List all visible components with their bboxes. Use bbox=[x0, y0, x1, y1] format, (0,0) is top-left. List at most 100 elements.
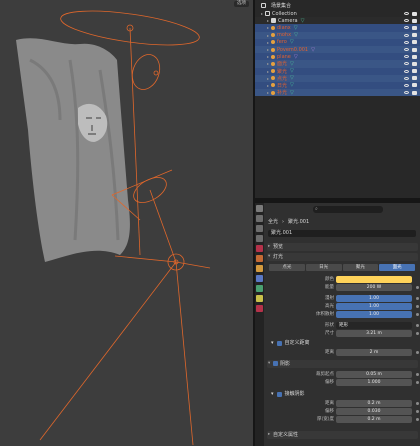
object-data-icon[interactable]: ▽ bbox=[311, 47, 315, 53]
keyframe-icon[interactable] bbox=[416, 381, 419, 384]
visibility-eye-icon[interactable] bbox=[404, 55, 409, 59]
shape-dropdown[interactable]: 矩形 bbox=[336, 322, 412, 329]
volume-slider[interactable]: 1.00 bbox=[336, 311, 412, 318]
texture-tab-icon[interactable] bbox=[256, 305, 263, 312]
light-type-sun[interactable]: 日光 bbox=[305, 264, 342, 271]
render-camera-icon[interactable] bbox=[412, 25, 417, 30]
outliner-row[interactable]: ▸ dianx ▽ bbox=[255, 24, 420, 32]
render-camera-icon[interactable] bbox=[412, 90, 417, 95]
light-type-spot[interactable]: 聚光 bbox=[342, 264, 379, 271]
keyframe-icon[interactable] bbox=[416, 324, 419, 327]
scene-canvas[interactable] bbox=[0, 0, 253, 446]
render-camera-icon[interactable] bbox=[412, 33, 417, 38]
object-data-icon[interactable]: ▽ bbox=[290, 68, 294, 74]
light-data-tab-icon[interactable] bbox=[256, 295, 263, 302]
world-tab-icon[interactable] bbox=[256, 255, 263, 262]
panel-light[interactable]: 灯光 bbox=[267, 253, 418, 261]
visibility-eye-icon[interactable] bbox=[404, 40, 409, 44]
visibility-eye-icon[interactable] bbox=[404, 91, 409, 95]
keyframe-icon[interactable] bbox=[416, 410, 419, 413]
visibility-eye-icon[interactable] bbox=[404, 33, 409, 37]
distance-field[interactable]: 2 m bbox=[336, 349, 412, 356]
render-camera-icon[interactable] bbox=[412, 18, 417, 23]
keyframe-icon[interactable] bbox=[416, 286, 419, 289]
custom-distance-subpanel[interactable]: ▾ 自定义距离 bbox=[271, 339, 416, 347]
visibility-eye-icon[interactable] bbox=[404, 83, 409, 87]
outliner-row[interactable]: ▸ 面光 ▽ bbox=[255, 60, 420, 68]
render-tab-icon[interactable] bbox=[256, 215, 263, 222]
keyframe-icon[interactable] bbox=[416, 373, 419, 376]
outliner-row[interactable]: ▸ Camera ▽ bbox=[255, 17, 420, 25]
custom-distance-checkbox[interactable] bbox=[276, 340, 282, 346]
keyframe-icon[interactable] bbox=[416, 313, 419, 316]
outliner-row[interactable]: ▸ 补光 ▽ bbox=[255, 89, 420, 97]
outliner-row[interactable]: ▸ Povem0.001 ▽ bbox=[255, 45, 420, 54]
render-camera-icon[interactable] bbox=[412, 11, 417, 16]
visibility-eye-icon[interactable] bbox=[404, 19, 409, 23]
keyframe-icon[interactable] bbox=[416, 402, 419, 405]
light-color-swatch[interactable] bbox=[336, 276, 412, 283]
object-data-icon[interactable]: ▽ bbox=[294, 54, 298, 60]
outliner-scene-row[interactable]: 场景集合 bbox=[255, 0, 420, 10]
visibility-eye-icon[interactable] bbox=[404, 76, 409, 80]
diffuse-slider[interactable]: 1.00 bbox=[336, 295, 412, 302]
shadow-checkbox[interactable] bbox=[273, 361, 278, 366]
output-tab-icon[interactable] bbox=[256, 225, 263, 232]
properties-search-input[interactable]: ⌕ bbox=[313, 206, 383, 213]
contact-distance-field[interactable]: 0.2 m bbox=[336, 400, 412, 407]
object-data-icon[interactable]: ▽ bbox=[290, 75, 294, 81]
object-data-icon[interactable]: ▽ bbox=[290, 90, 294, 96]
panel-custom-properties[interactable]: 自定义属性 bbox=[267, 431, 418, 439]
power-field[interactable]: 200 W bbox=[336, 284, 412, 291]
clip-start-field[interactable]: 0.05 m bbox=[336, 371, 412, 378]
panel-preview[interactable]: 预览 bbox=[267, 243, 418, 251]
render-camera-icon[interactable] bbox=[412, 47, 417, 52]
outliner-row[interactable]: ▸ Collection bbox=[255, 10, 420, 17]
physics-tab-icon[interactable] bbox=[256, 275, 263, 282]
render-camera-icon[interactable] bbox=[412, 40, 417, 45]
outliner-row[interactable]: ▸ 聚光 ▽ bbox=[255, 67, 420, 75]
keyframe-icon[interactable] bbox=[416, 418, 419, 421]
object-data-icon[interactable]: ▽ bbox=[290, 61, 294, 67]
object-data-icon[interactable]: ▽ bbox=[290, 39, 294, 45]
bias-field[interactable]: 1.000 bbox=[336, 379, 412, 386]
object-data-icon[interactable]: ▽ bbox=[290, 82, 294, 88]
outliner-row[interactable]: ▸ plane ▽ bbox=[255, 53, 420, 61]
render-camera-icon[interactable] bbox=[412, 76, 417, 81]
object-tab-icon[interactable] bbox=[256, 265, 263, 272]
3d-viewport[interactable]: 选项 bbox=[0, 0, 253, 446]
outliner-row[interactable]: ▸ 日光 ▽ bbox=[255, 81, 420, 90]
object-data-icon[interactable]: ▽ bbox=[301, 18, 305, 24]
outliner-row[interactable]: ▸ fero ▽ bbox=[255, 38, 420, 46]
viewport-options-button[interactable]: 选项 bbox=[234, 1, 249, 7]
constraints-tab-icon[interactable] bbox=[256, 285, 263, 292]
outliner-row[interactable]: ▸ mohx ▽ bbox=[255, 31, 420, 39]
thickness-field[interactable]: 0.2 m bbox=[336, 416, 412, 423]
keyframe-icon[interactable] bbox=[416, 332, 419, 335]
panel-shadow[interactable]: 阴影 bbox=[267, 360, 418, 368]
scene-tab-icon[interactable] bbox=[256, 245, 263, 252]
outliner-row[interactable]: ▸ 点光 ▽ bbox=[255, 74, 420, 82]
visibility-eye-icon[interactable] bbox=[404, 69, 409, 73]
visibility-eye-icon[interactable] bbox=[404, 62, 409, 66]
visibility-eye-icon[interactable] bbox=[404, 12, 409, 16]
light-type-area[interactable]: 面光 bbox=[379, 264, 415, 271]
keyframe-icon[interactable] bbox=[416, 297, 419, 300]
keyframe-icon[interactable] bbox=[416, 351, 419, 354]
tool-tab-icon[interactable] bbox=[256, 205, 263, 212]
specular-slider[interactable]: 1.00 bbox=[336, 303, 412, 310]
render-camera-icon[interactable] bbox=[412, 83, 417, 88]
object-data-icon[interactable]: ▽ bbox=[294, 32, 298, 38]
light-type-point[interactable]: 点光 bbox=[269, 264, 305, 271]
contact-shadow-checkbox[interactable] bbox=[276, 391, 282, 397]
visibility-eye-icon[interactable] bbox=[404, 26, 409, 30]
contact-bias-field[interactable]: 0.030 bbox=[336, 408, 412, 415]
size-field[interactable]: 3.21 m bbox=[336, 330, 412, 337]
object-data-icon[interactable]: ▽ bbox=[294, 25, 298, 31]
keyframe-icon[interactable] bbox=[416, 305, 419, 308]
contact-shadow-subpanel[interactable]: ▾ 接触阴影 bbox=[271, 390, 416, 398]
render-camera-icon[interactable] bbox=[412, 54, 417, 59]
view-layer-tab-icon[interactable] bbox=[256, 235, 263, 242]
visibility-eye-icon[interactable] bbox=[404, 48, 409, 52]
render-camera-icon[interactable] bbox=[412, 69, 417, 74]
